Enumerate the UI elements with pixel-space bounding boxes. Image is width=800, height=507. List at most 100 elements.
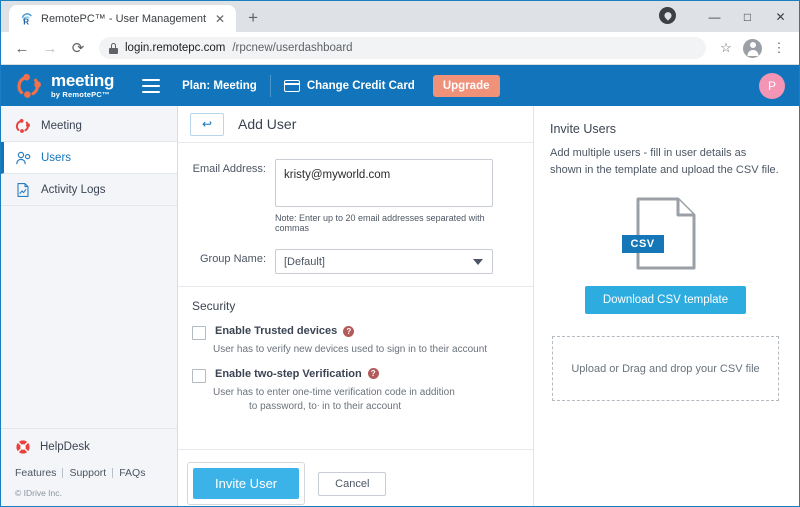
upgrade-button[interactable]: Upgrade (432, 74, 500, 97)
header-divider (269, 74, 271, 97)
address-bar[interactable]: login.remotepc.com /rpcnew/userdashboard (99, 37, 706, 59)
trusted-devices-label: Enable Trusted devices (215, 325, 338, 337)
remotepc-favicon: R (20, 12, 34, 26)
meeting-logo-icon (15, 72, 43, 100)
trusted-devices-checkbox[interactable] (192, 326, 206, 340)
back-button[interactable]: ↩ (190, 112, 224, 136)
two-step-verification-label: Enable two-step Verification (215, 367, 362, 380)
help-icon[interactable]: ? (343, 325, 355, 337)
browser-window: R RemotePC™ - User Management ✕ + — □ ✕ … (0, 0, 800, 507)
footer-link-faqs[interactable]: FAQs (119, 467, 145, 479)
sidebar-item-label: Activity Logs (41, 183, 106, 196)
main-content: ↩ Add User Email Address: kristy@myworld… (178, 106, 799, 506)
dropzone-label: Upload or Drag and drop your CSV file (571, 362, 760, 375)
add-user-form-pane: ↩ Add User Email Address: kristy@myworld… (178, 106, 534, 506)
download-button-wrap: Download CSV template (550, 286, 781, 315)
sidebar-item-users[interactable]: Users (1, 142, 177, 174)
helpdesk-label: HelpDesk (40, 441, 90, 453)
users-icon (15, 150, 31, 166)
footer-divider (62, 468, 64, 478)
url-domain: login.remotepc.com (125, 42, 226, 54)
sidebar-item-label: Meeting (41, 119, 82, 132)
app-body: Meeting Users Activity Logs HelpDesk Fea… (1, 106, 799, 506)
cancel-button[interactable]: Cancel (318, 471, 387, 496)
email-label: Email Address: (192, 163, 266, 175)
help-icon[interactable]: ? (367, 368, 379, 379)
csv-dropzone[interactable]: Upload or Drag and drop your CSV file (552, 336, 779, 402)
footer-links: Features Support FAQs (15, 467, 177, 479)
new-tab-button[interactable]: + (240, 5, 266, 31)
security-section: Security Enable Trusted devices ? User h… (178, 286, 533, 425)
browser-toolbar: ← → ⟳ login.remotepc.com /rpcnew/userdas… (1, 32, 799, 65)
sidebar-item-label: Users (41, 151, 72, 164)
brand-logo[interactable]: meeting by RemotePC™ (15, 72, 114, 100)
sidebar-item-activity-logs[interactable]: Activity Logs (1, 174, 177, 206)
copyright-text: © IDrive Inc. (15, 488, 62, 498)
csv-file-icon: CSV (621, 197, 697, 270)
invite-users-pane: Invite Users Add multiple users - fill i… (534, 106, 799, 506)
activity-logs-icon (15, 182, 31, 198)
credit-card-icon (283, 79, 300, 92)
lifebuoy-icon (15, 439, 31, 455)
two-step-verification-main: Enable two-step Verification ? (215, 368, 379, 380)
toolbar-right: ☆ ⋮ (714, 36, 791, 60)
group-value: [Default] (284, 255, 325, 268)
hamburger-menu-icon[interactable] (142, 78, 161, 93)
minimize-icon[interactable]: — (698, 1, 731, 32)
browser-tab-title: RemotePC™ - User Management (41, 12, 207, 25)
email-note: Note: Enter up to 20 email addresses sep… (275, 213, 485, 233)
profile-badge-icon[interactable] (659, 7, 676, 24)
browser-tab[interactable]: R RemotePC™ - User Management ✕ (9, 5, 237, 32)
invite-user-highlight: Invite User (188, 463, 305, 504)
meeting-icon (15, 118, 31, 134)
two-step-desc-line2: to password, toᐧ in to their account (249, 401, 402, 412)
maximize-icon[interactable]: □ (731, 1, 764, 32)
brand-name: meeting (51, 71, 115, 91)
group-select[interactable]: [Default] (275, 249, 493, 274)
window-controls: — □ ✕ (659, 1, 799, 32)
change-credit-card-label: Change Credit Card (306, 79, 415, 92)
two-step-verification-desc: User has to enter one-time verification … (213, 386, 519, 415)
chevron-down-icon (473, 258, 483, 265)
email-field-row: Email Address: kristy@myworld.com (186, 159, 519, 207)
brand-text: meeting by RemotePC™ (51, 72, 114, 99)
footer-divider (112, 468, 114, 478)
helpdesk-button[interactable]: HelpDesk (1, 428, 177, 467)
form-actions: Invite User Cancel (178, 449, 533, 506)
sidebar-nav: Meeting Users Activity Logs (1, 106, 177, 206)
trusted-devices-block: Enable Trusted devices ? User has to ver… (192, 325, 519, 358)
reload-icon[interactable]: ⟳ (65, 35, 91, 61)
group-label: Group Name: (199, 253, 266, 265)
trusted-devices-main: Enable Trusted devices ? (215, 325, 355, 337)
change-credit-card-button[interactable]: Change Credit Card (283, 79, 415, 92)
forward-icon[interactable]: → (37, 35, 63, 61)
two-step-verification-checkbox[interactable] (192, 368, 206, 383)
security-heading: Security (192, 299, 236, 313)
email-field[interactable]: kristy@myworld.com (275, 159, 493, 207)
close-icon[interactable]: ✕ (213, 12, 227, 26)
tabstrip: R RemotePC™ - User Management ✕ + (1, 1, 659, 32)
invite-user-button[interactable]: Invite User (193, 468, 300, 499)
avatar[interactable]: P (759, 72, 785, 99)
two-step-desc-line1: User has to enter one-time verification … (213, 386, 455, 398)
trusted-devices-row[interactable]: Enable Trusted devices ? (192, 325, 519, 340)
window-close-icon[interactable]: ✕ (764, 1, 797, 32)
two-step-verification-row[interactable]: Enable two-step Verification ? (192, 368, 519, 383)
footer-link-features[interactable]: Features (15, 467, 56, 479)
csv-badge: CSV (621, 235, 664, 254)
chrome-menu-icon[interactable]: ⋮ (767, 36, 791, 60)
form-fields: Email Address: kristy@myworld.com Note: … (178, 143, 533, 286)
app-header: meeting by RemotePC™ Plan: Meeting Chang… (1, 65, 799, 106)
trusted-devices-desc: User has to verify new devices used to s… (213, 344, 488, 355)
plan-label: Plan: Meeting (182, 79, 257, 92)
pane-header: ↩ Add User (178, 106, 533, 143)
chrome-profile-avatar[interactable] (743, 38, 762, 58)
email-value: kristy@myworld.com (284, 169, 391, 181)
footer-link-support[interactable]: Support (69, 467, 106, 479)
invite-users-heading: Invite Users (550, 122, 616, 136)
sidebar-item-meeting[interactable]: Meeting (1, 110, 177, 142)
sidebar-footer: HelpDesk Features Support FAQs © IDrive … (1, 428, 177, 506)
download-csv-template-button[interactable]: Download CSV template (584, 286, 747, 315)
back-icon[interactable]: ← (9, 35, 35, 61)
bookmark-star-icon[interactable]: ☆ (714, 36, 738, 60)
